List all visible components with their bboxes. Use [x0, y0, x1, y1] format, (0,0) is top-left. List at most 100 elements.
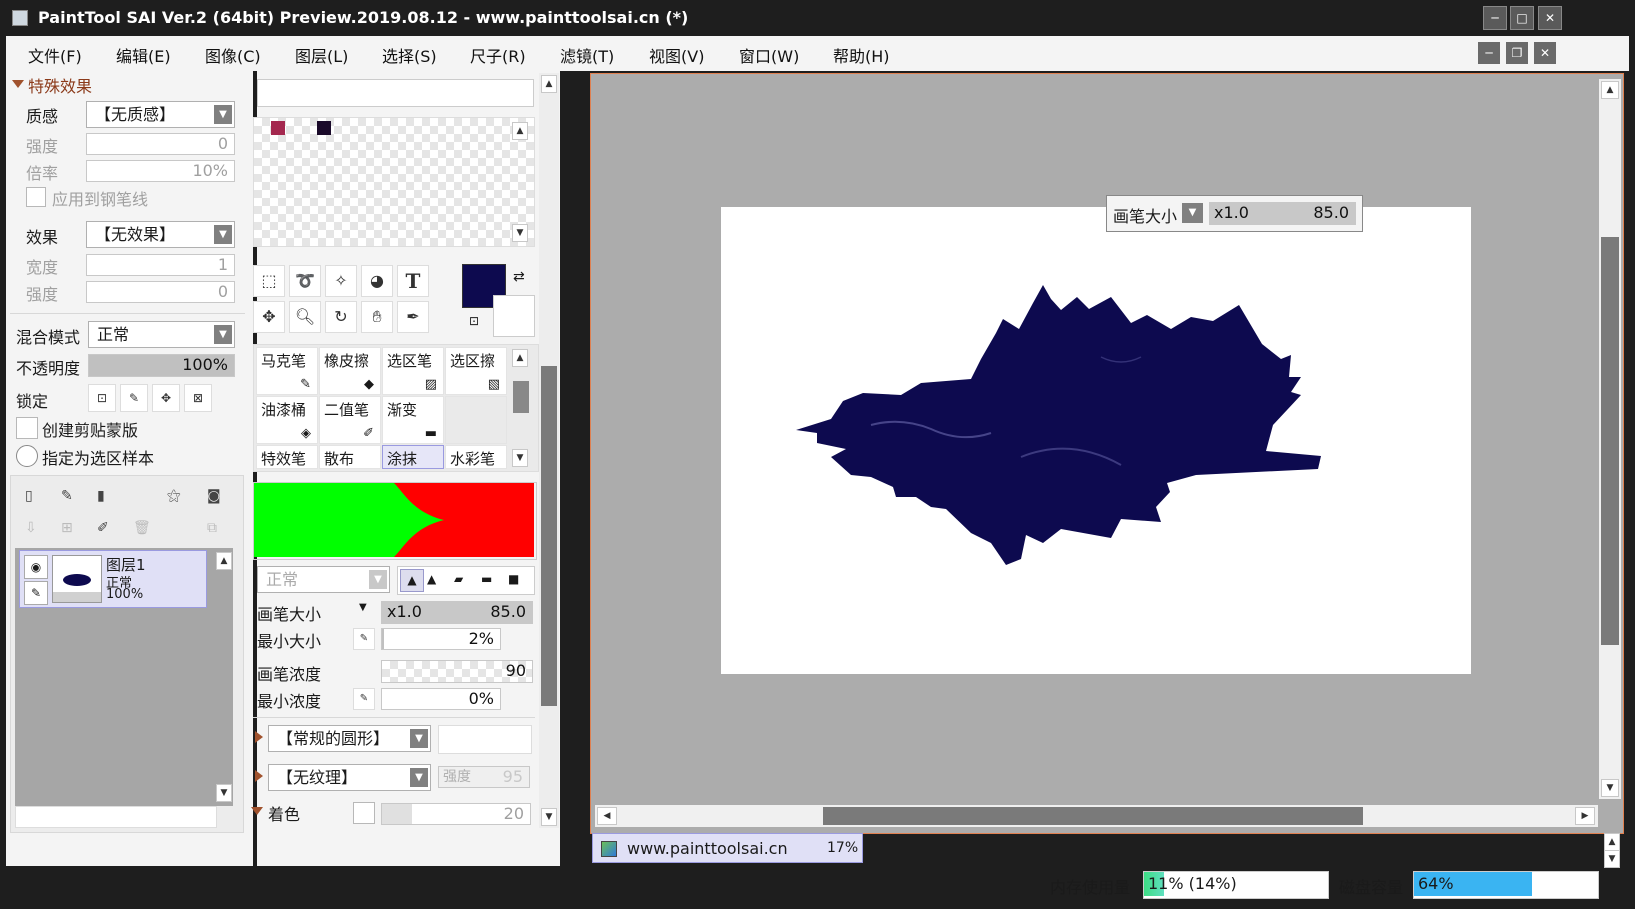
rotate-icon[interactable]: ↻	[325, 301, 357, 333]
brush-scroll-up[interactable]: ▲	[512, 349, 528, 367]
menu-ruler[interactable]: 尺子(R)	[470, 43, 526, 67]
brush-mode-dropdown[interactable]: 正常 ▼	[257, 566, 390, 593]
opacity-slider[interactable]: 100%	[88, 354, 235, 377]
brush-shape-param[interactable]	[438, 725, 532, 754]
layer-scroll-down[interactable]: ▼	[216, 784, 232, 802]
hand-icon[interactable]: ✋︎	[361, 301, 393, 333]
new-folder-icon[interactable]: ▮	[97, 488, 105, 504]
shape-pointed-icon[interactable]: ▲	[400, 569, 424, 592]
strength-slider[interactable]: 0	[86, 133, 235, 155]
magic-wand-icon[interactable]: ✧	[325, 265, 357, 297]
menu-select[interactable]: 选择(S)	[382, 43, 437, 67]
close-button[interactable]: ✕	[1538, 6, 1562, 30]
transparent-color-icon[interactable]: ⊡	[469, 314, 479, 328]
lock-draw-icon[interactable]: ✎	[120, 384, 148, 412]
hud-size-slider[interactable]: x1.0 85.0	[1209, 202, 1356, 225]
width-slider[interactable]: 1	[86, 254, 235, 276]
menu-view[interactable]: 视图(V)	[649, 43, 704, 67]
coloring-checkbox[interactable]	[353, 802, 375, 824]
new-layer-icon[interactable]: ▯	[25, 488, 33, 504]
middle-scroll-thumb[interactable]	[541, 366, 557, 706]
layer-mask-icon[interactable]: ◙	[207, 488, 221, 504]
canvas[interactable]	[721, 207, 1471, 674]
layer-hscroll[interactable]	[15, 806, 217, 828]
swap-colors-icon[interactable]: ⇄	[513, 269, 525, 285]
brush-scroll-thumb[interactable]	[513, 381, 529, 413]
text-icon[interactable]: T	[397, 265, 429, 297]
bucket-select-icon[interactable]: ◕	[361, 265, 393, 297]
canvas-hscrollbar[interactable]: ◀ ▶	[595, 805, 1598, 827]
pen-icon[interactable]: ✎	[24, 581, 48, 605]
lock-all-icon[interactable]: ⊠	[184, 384, 212, 412]
lock-transparency-icon[interactable]: ⊡	[88, 384, 116, 412]
menu-edit[interactable]: 编辑(E)	[116, 43, 171, 67]
canvas-scroll-left[interactable]: ◀	[597, 807, 617, 825]
strength2-slider[interactable]: 0	[86, 281, 235, 303]
pressure-size-icon[interactable]: ✎	[353, 628, 375, 650]
layer-scroll-up[interactable]: ▲	[216, 552, 232, 570]
menu-window[interactable]: 窗口(W)	[739, 43, 799, 67]
brush-cell[interactable]: 散布	[319, 445, 381, 469]
delete-layer-icon[interactable]: 🗑	[133, 520, 151, 536]
middle-panel-scrollbar[interactable]: ▲ ▼	[539, 73, 559, 828]
layer-effect-icon[interactable]: ⚝	[167, 488, 181, 504]
expand-arrow-icon[interactable]	[255, 731, 263, 743]
coloring-slider[interactable]: 20	[381, 803, 531, 825]
menu-layer[interactable]: 图层(L)	[295, 43, 348, 67]
min-size-slider[interactable]: 2%	[381, 628, 501, 650]
hud-dropdown-arrow[interactable]: ▼	[1182, 203, 1203, 223]
merge-icon[interactable]: ⊞	[61, 520, 73, 536]
brush-cell[interactable]: 油漆桶 ◈	[256, 396, 318, 444]
middle-scroll-down[interactable]: ▼	[541, 808, 557, 826]
canvas-vscrollbar[interactable]: ▲ ▼	[1599, 79, 1621, 799]
color-input-bar[interactable]	[257, 79, 534, 107]
canvas-scroll-right[interactable]: ▶	[1575, 807, 1595, 825]
effect-dropdown[interactable]: 【无效果】 ▼	[86, 221, 235, 248]
menu-file[interactable]: 文件(F)	[28, 43, 82, 67]
expand-arrow-icon[interactable]	[255, 770, 263, 782]
brush-texture-dropdown[interactable]: 【无纹理】 ▼	[268, 764, 431, 791]
blend-mode-dropdown[interactable]: 正常 ▼	[88, 321, 235, 348]
layer-row[interactable]: ◉ ✎ 图层1 正常 100%	[19, 550, 207, 608]
shape-block-icon[interactable]: ▬	[481, 569, 492, 590]
swatch-scroll-up[interactable]: ▲	[512, 122, 528, 140]
min-density-slider[interactable]: 0%	[381, 688, 501, 710]
scale-slider[interactable]: 10%	[86, 160, 235, 182]
clear-layer-icon[interactable]: ✐	[97, 520, 109, 536]
canvas-scroll-down[interactable]: ▼	[1601, 779, 1619, 797]
swatch-scroll-down[interactable]: ▼	[512, 224, 528, 242]
texture-dropdown[interactable]: 【无质感】 ▼	[86, 101, 235, 128]
move-layer-down-icon[interactable]: ⇩	[25, 520, 37, 536]
special-effects-header[interactable]: 特殊效果	[28, 73, 92, 97]
doc-close-button[interactable]: ✕	[1534, 42, 1556, 64]
brush-size-slider[interactable]: x1.0 85.0	[381, 601, 533, 624]
color-swatch-palette[interactable]: ▲ ▼	[253, 117, 535, 247]
texture-strength-slider[interactable]: 强度 95	[438, 766, 530, 788]
brush-cell[interactable]: 特效笔	[256, 445, 318, 469]
copy-layer-icon[interactable]: ⧉	[207, 520, 217, 536]
shape-rounded-icon[interactable]: ▲	[427, 569, 436, 590]
doc-restore-button[interactable]: ❐	[1506, 42, 1528, 64]
selection-sample-radio[interactable]	[16, 445, 38, 467]
shape-square-icon[interactable]: ■	[508, 569, 519, 590]
brush-cell[interactable]: 选区笔 ▨	[382, 347, 444, 395]
menu-help[interactable]: 帮助(H)	[833, 43, 890, 67]
move-icon[interactable]: ✥	[253, 301, 285, 333]
brush-cell[interactable]: 二值笔 ✐	[319, 396, 381, 444]
eyedropper-icon[interactable]: ✒	[397, 301, 429, 333]
brush-cell[interactable]: 涂抹	[382, 445, 444, 469]
canvas-tab[interactable]: www.painttoolsai.cn 17%	[592, 833, 863, 863]
brush-shape-dropdown[interactable]: 【常规的圆形】 ▼	[268, 725, 431, 752]
maximize-button[interactable]: □	[1510, 6, 1534, 30]
eye-icon[interactable]: ◉	[24, 555, 48, 579]
brush-cell[interactable]: 马克笔 ✎	[256, 347, 318, 395]
menu-image[interactable]: 图像(C)	[205, 43, 261, 67]
menu-filter[interactable]: 滤镜(T)	[560, 43, 614, 67]
canvas-vscroll-thumb[interactable]	[1601, 237, 1619, 645]
shape-flat-icon[interactable]: ▰	[454, 569, 463, 590]
clip-mask-checkbox[interactable]	[16, 417, 38, 439]
doc-minimize-button[interactable]: ─	[1478, 42, 1500, 64]
brush-cell[interactable]: 水彩笔	[445, 445, 507, 469]
rect-select-icon[interactable]: ⬚	[253, 265, 285, 297]
pressure-density-icon[interactable]: ✎	[353, 688, 375, 710]
